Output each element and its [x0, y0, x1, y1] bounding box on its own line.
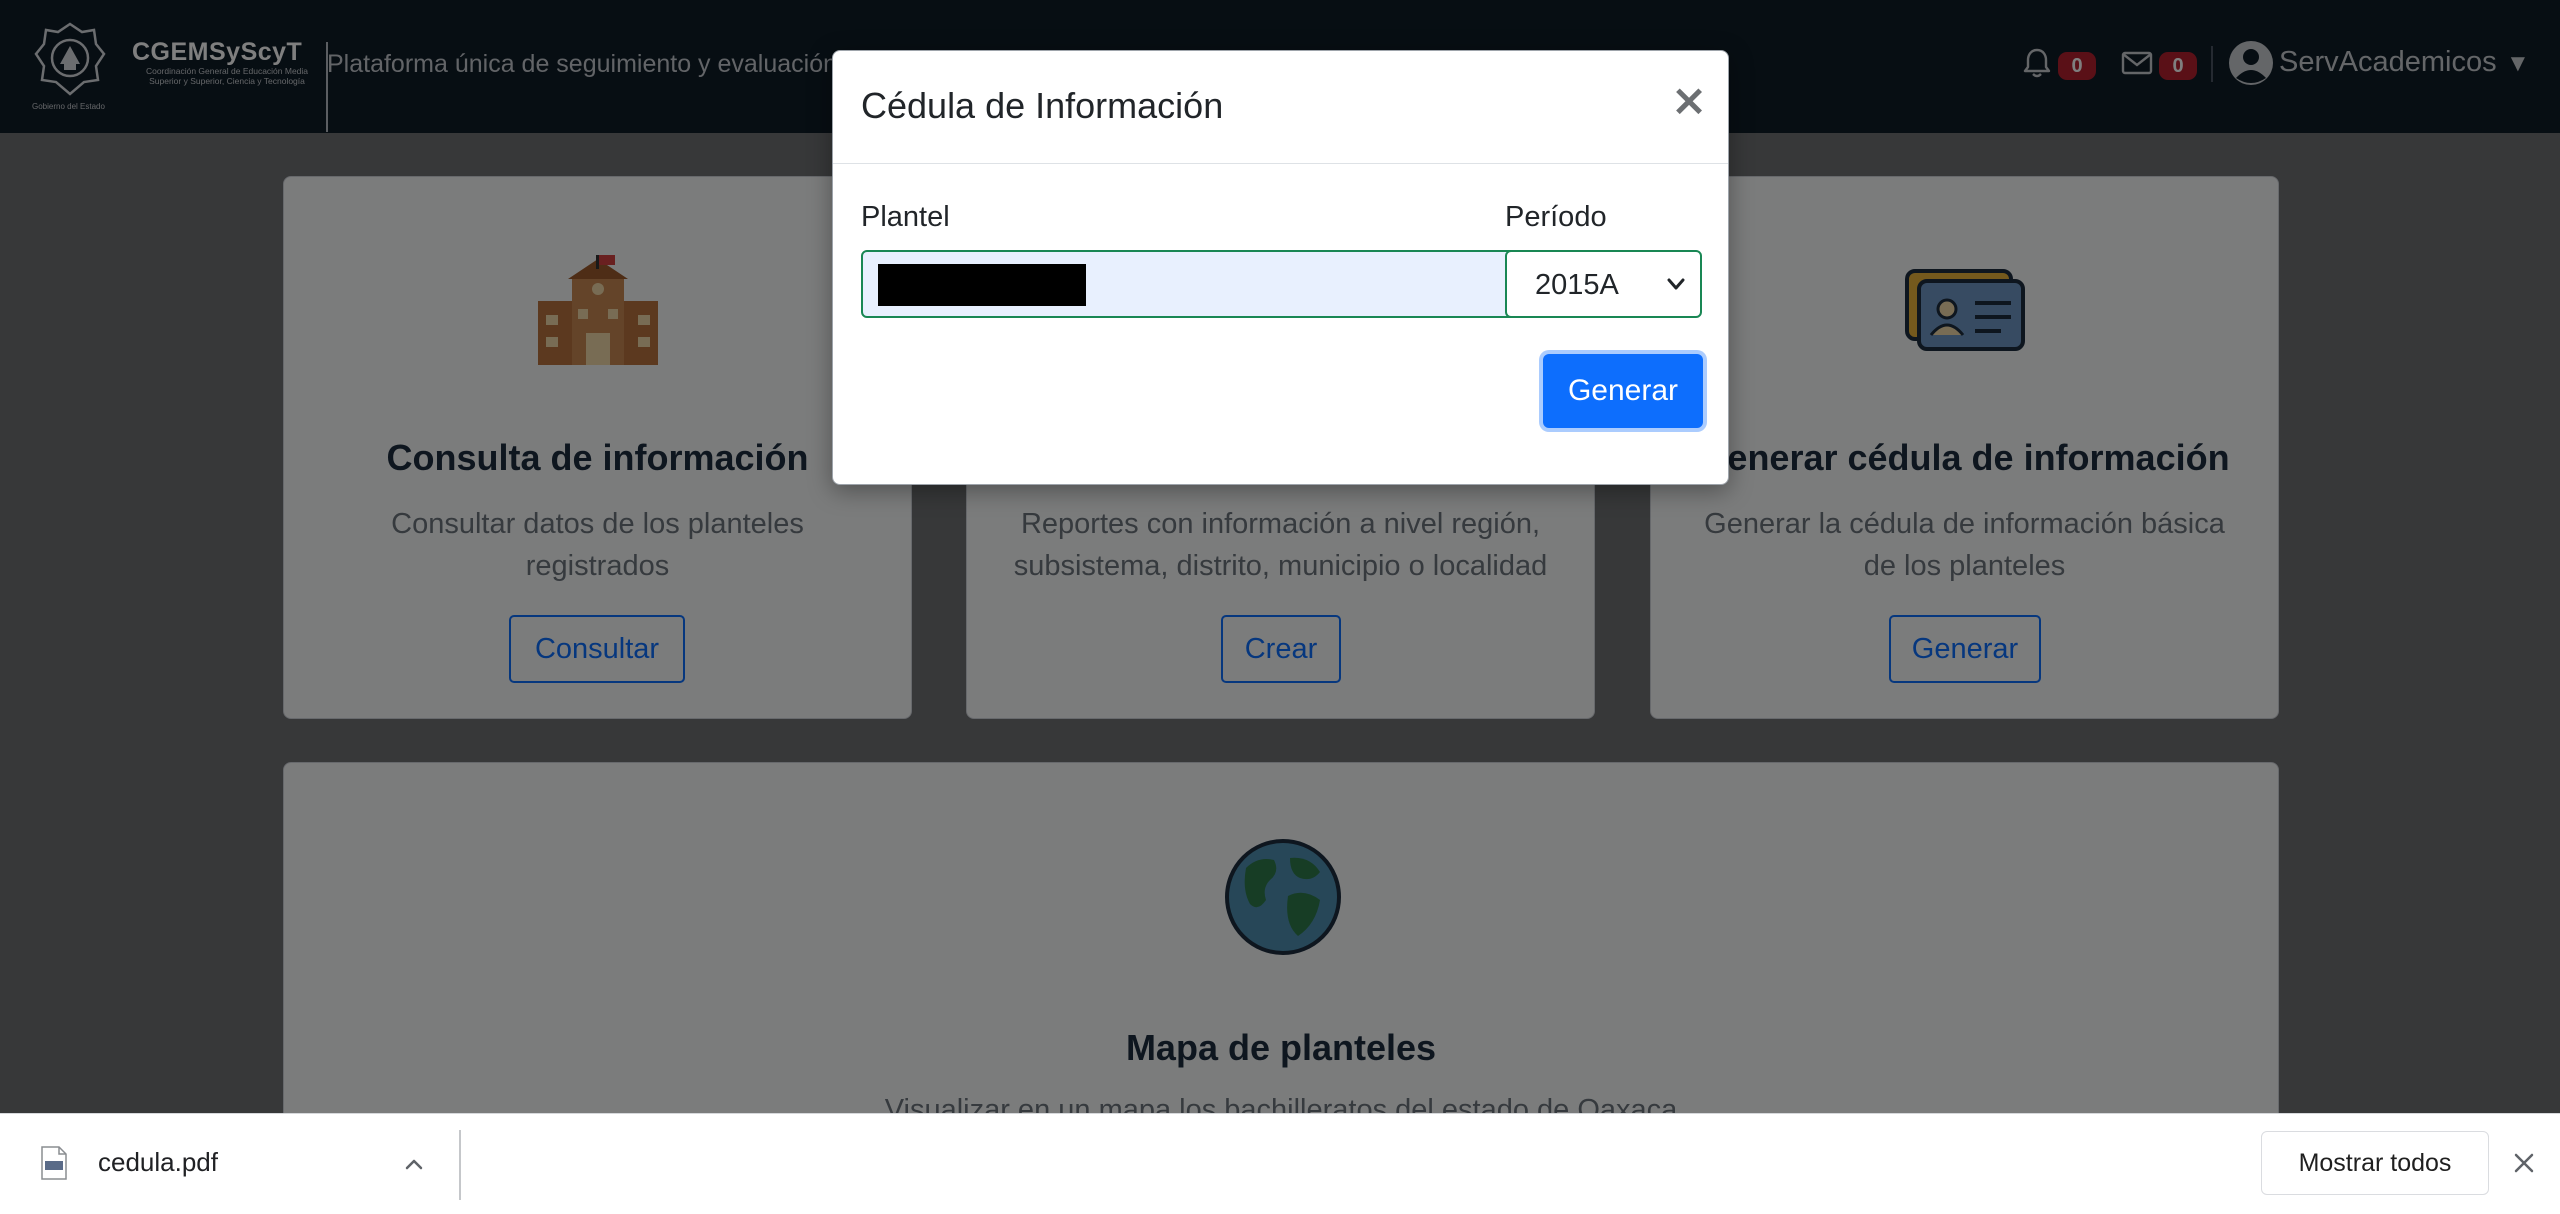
download-item-separator — [459, 1130, 461, 1200]
periodo-label: Período — [1505, 201, 1607, 233]
chevron-down-icon — [1667, 278, 1685, 290]
chevron-up-icon[interactable] — [400, 1150, 428, 1178]
modal-header-divider — [833, 163, 1728, 164]
close-icon[interactable]: × — [1669, 77, 1709, 125]
redacted-value — [878, 264, 1086, 306]
show-all-downloads-button[interactable]: Mostrar todos — [2261, 1131, 2489, 1195]
pdf-file-icon — [41, 1146, 67, 1180]
plantel-input[interactable] — [861, 250, 1526, 318]
download-bar: cedula.pdf Mostrar todos — [0, 1113, 2560, 1214]
download-file-name[interactable]: cedula.pdf — [98, 1147, 218, 1178]
modal-title: Cédula de Información — [861, 85, 1224, 126]
periodo-select[interactable]: 2015A — [1505, 250, 1702, 318]
generar-button[interactable]: Generar — [1543, 354, 1703, 428]
close-icon[interactable] — [2509, 1144, 2539, 1182]
cedula-modal: Cédula de Información × Plantel Período … — [832, 50, 1729, 485]
periodo-selected-value: 2015A — [1535, 269, 1619, 301]
plantel-label: Plantel — [861, 201, 950, 233]
